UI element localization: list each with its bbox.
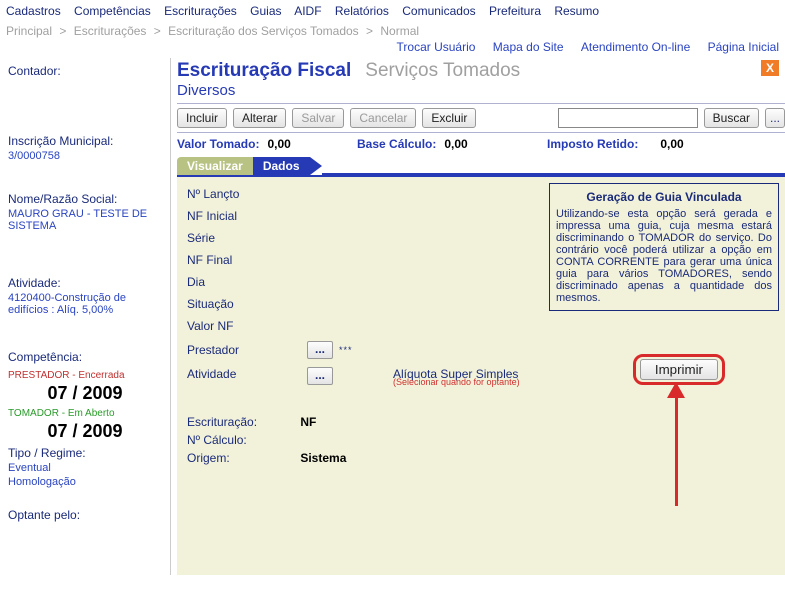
menu-cadastros[interactable]: Cadastros (6, 4, 61, 18)
optante-label: Optante pelo: (8, 508, 162, 522)
sublinks: Trocar Usuário Mapa do Site Atendimento … (0, 38, 785, 58)
cancelar-button[interactable]: Cancelar (350, 108, 416, 128)
prestador-required-mark: *** (339, 345, 353, 355)
atividade-label: Atividade: (8, 276, 162, 290)
breadcrumb-sep: > (366, 24, 373, 38)
tipo-value-2: Homologação (8, 476, 162, 488)
insc-value: 3/0000758 (8, 150, 162, 162)
tipo-label: Tipo / Regime: (8, 446, 162, 460)
valor-tomado-value: 0,00 (267, 137, 290, 151)
aliquota-note: (Selecionar quando for optante) (393, 377, 520, 387)
nome-label: Nome/Razão Social: (8, 192, 162, 206)
breadcrumb-sep: > (59, 24, 66, 38)
competencia-label: Competência: (8, 350, 162, 364)
link-trocar-usuario[interactable]: Trocar Usuário (397, 40, 476, 54)
buscar-button[interactable]: Buscar (704, 108, 759, 128)
sidebar: Contador: Inscrição Municipal: 3/0000758… (0, 58, 170, 575)
lbl-prestador: Prestador (187, 343, 297, 357)
breadcrumb-item[interactable]: Escrituração dos Serviços Tomados (168, 24, 359, 38)
tab-visualizar[interactable]: Visualizar (177, 157, 253, 175)
prestador-picker-button[interactable]: ... (307, 341, 333, 359)
comp-tomador-period: 07 / 2009 (8, 421, 162, 442)
tabs: Visualizar Dados (177, 157, 785, 175)
escrituracao-value: NF (300, 415, 316, 429)
base-calculo-label: Base Cálculo: (357, 137, 436, 151)
totals-row: Valor Tomado: 0,00 Base Cálculo: 0,00 Im… (177, 132, 785, 157)
atividade-picker-button[interactable]: ... (307, 367, 333, 385)
breadcrumb-item: Normal (380, 24, 419, 38)
nome-value: MAURO GRAU - TESTE DE SISTEMA (8, 208, 162, 232)
menu-resumo[interactable]: Resumo (554, 4, 599, 18)
form-area: Nº Lançto NF Inicial Série NF Final Dia … (177, 175, 785, 575)
close-button[interactable]: X (761, 60, 779, 76)
top-menu: Cadastros Competências Escriturações Gui… (0, 0, 785, 22)
search-input[interactable] (558, 108, 698, 128)
base-calculo-value: 0,00 (444, 137, 467, 151)
guide-body: Utilizando-se esta opção será gerada e i… (556, 208, 772, 304)
tab-dados[interactable]: Dados (253, 157, 310, 175)
alterar-button[interactable]: Alterar (233, 108, 286, 128)
page-title: Escrituração Fiscal (177, 60, 351, 82)
main: X Escrituração Fiscal Serviços Tomados D… (170, 58, 785, 575)
menu-guias[interactable]: Guias (250, 4, 281, 18)
link-mapa-site[interactable]: Mapa do Site (493, 40, 564, 54)
escrituracao-label: Escrituração: (187, 415, 297, 429)
incluir-button[interactable]: Incluir (177, 108, 227, 128)
imprimir-button[interactable]: Imprimir (640, 359, 718, 380)
menu-relatorios[interactable]: Relatórios (335, 4, 389, 18)
link-atendimento[interactable]: Atendimento On-line (581, 40, 690, 54)
comp-prestador-period: 07 / 2009 (8, 383, 162, 404)
salvar-button[interactable]: Salvar (292, 108, 344, 128)
lbl-nf-final: NF Final (187, 253, 297, 267)
lbl-lancto: Nº Lançto (187, 187, 297, 201)
lbl-nf-inicial: NF Inicial (187, 209, 297, 223)
lbl-valor-nf: Valor NF (187, 319, 297, 333)
breadcrumb-sep: > (154, 24, 161, 38)
breadcrumb-item[interactable]: Principal (6, 24, 52, 38)
lbl-situacao: Situação (187, 297, 297, 311)
comp-prestador-status: PRESTADOR - Encerrada (8, 370, 162, 381)
comp-tomador-status: TOMADOR - Em Aberto (8, 408, 162, 419)
lbl-atividade: Atividade (187, 367, 297, 381)
menu-competencias[interactable]: Competências (74, 4, 151, 18)
tab-tail (310, 157, 322, 175)
valor-tomado-label: Valor Tomado: (177, 137, 259, 151)
lbl-dia: Dia (187, 275, 297, 289)
menu-escrituracoes[interactable]: Escriturações (164, 4, 237, 18)
lbl-serie: Série (187, 231, 297, 245)
guide-title: Geração de Guia Vinculada (556, 190, 772, 204)
insc-label: Inscrição Municipal: (8, 134, 162, 148)
excluir-button[interactable]: Excluir (422, 108, 476, 128)
link-pagina-inicial[interactable]: Página Inicial (708, 40, 779, 54)
more-button[interactable]: ... (765, 108, 785, 128)
annotation-arrow (667, 382, 685, 506)
origem-label: Origem: (187, 451, 297, 465)
menu-aidf[interactable]: AIDF (294, 4, 321, 18)
print-highlight: Imprimir (633, 354, 725, 385)
menu-comunicados[interactable]: Comunicados (402, 4, 475, 18)
atividade-value: 4120400-Construção de edifícios : Alíq. … (8, 292, 162, 316)
breadcrumb-item[interactable]: Escriturações (74, 24, 147, 38)
imposto-retido-value: 0,00 (660, 137, 683, 151)
actions-row: Incluir Alterar Salvar Cancelar Excluir … (177, 103, 785, 132)
origem-value: Sistema (300, 451, 346, 465)
menu-prefeitura[interactable]: Prefeitura (489, 4, 541, 18)
contador-label: Contador: (8, 64, 162, 78)
guide-box: Geração de Guia Vinculada Utilizando-se … (549, 183, 779, 311)
breadcrumb: Principal > Escriturações > Escrituração… (0, 22, 785, 38)
page-subhead: Diversos (177, 82, 785, 99)
tipo-value-1: Eventual (8, 462, 162, 474)
page-subtitle: Serviços Tomados (365, 60, 520, 82)
imposto-retido-label: Imposto Retido: (547, 137, 638, 151)
n-calculo-label: Nº Cálculo: (187, 433, 297, 447)
